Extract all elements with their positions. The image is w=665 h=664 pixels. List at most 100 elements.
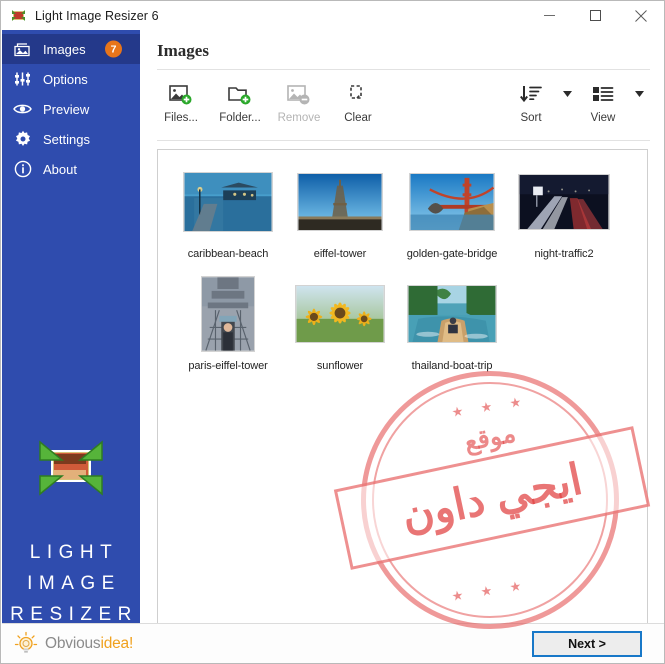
thumbnail-wrap — [172, 164, 284, 240]
maximize-icon — [590, 10, 601, 21]
info-icon — [13, 160, 32, 179]
add-files-button[interactable]: Files... — [153, 78, 209, 124]
toolbar-label: Files... — [164, 112, 198, 124]
window-controls — [526, 1, 664, 30]
list-item[interactable]: paris-eiffel-tower — [172, 276, 284, 372]
publisher-name-gray: Obvious — [45, 635, 100, 652]
thumbnail-image — [409, 173, 495, 231]
sidebar: Images 7 Options — [2, 30, 140, 623]
toolbar-right-group: Sort — [503, 78, 664, 124]
sidebar-item-label: Settings — [43, 133, 140, 146]
close-button[interactable] — [618, 1, 664, 30]
sort-dropdown-button[interactable] — [559, 78, 575, 104]
minimize-button[interactable] — [526, 1, 572, 30]
sidebar-item-settings[interactable]: Settings — [2, 124, 140, 154]
image-caption: paris-eiffel-tower — [172, 360, 284, 372]
thumbnail-wrap — [284, 164, 396, 240]
application-window: Light Image Resizer 6 — [0, 0, 665, 664]
images-icon — [13, 40, 32, 59]
minimize-icon — [544, 10, 555, 21]
toolbar-label: Remove — [278, 112, 321, 124]
list-item[interactable]: thailand-boat-trip — [396, 276, 508, 372]
image-caption: caribbean-beach — [172, 248, 284, 260]
thumbnail-image — [297, 173, 383, 231]
title-bar-left: Light Image Resizer 6 — [1, 8, 159, 23]
toolbar: Files... Folder... — [140, 70, 664, 140]
toolbar-label: View — [591, 112, 616, 124]
page-title: Images — [140, 30, 664, 69]
brand-wordmark: LIGHT IMAGE RESIZER — [2, 538, 140, 630]
thumbnail-image — [183, 172, 273, 232]
add-folder-icon — [228, 81, 252, 107]
title-bar: Light Image Resizer 6 — [1, 1, 664, 30]
publisher-wordmark: Obviousidea! — [45, 635, 133, 653]
chevron-down-icon — [563, 91, 572, 97]
maximize-button[interactable] — [572, 1, 618, 30]
thumbnail-wrap — [396, 164, 508, 240]
clear-button[interactable]: Clear — [330, 78, 386, 124]
resize-arrows-icon — [38, 440, 104, 496]
thumbnail-image — [407, 285, 497, 343]
thumbnail-wrap — [284, 276, 396, 352]
brand-line-1: LIGHT — [2, 538, 140, 569]
app-logo-icon — [11, 8, 26, 23]
sidebar-item-label: Images — [43, 43, 140, 56]
sidebar-item-label: About — [43, 163, 140, 176]
thumbnail-image — [295, 285, 385, 343]
image-gallery[interactable]: caribbean-beach — [157, 149, 648, 642]
thumbnail-image — [518, 174, 610, 230]
sliders-icon — [13, 70, 32, 89]
image-caption: eiffel-tower — [284, 248, 396, 260]
publisher-bar[interactable]: Obviousidea! — [2, 623, 140, 663]
toolbar-label: Folder... — [219, 112, 261, 124]
chevron-down-icon — [635, 91, 644, 97]
sort-control: Sort — [503, 78, 575, 124]
sidebar-nav: Images 7 Options — [2, 30, 140, 184]
lightbulb-icon — [13, 631, 39, 657]
clear-icon — [346, 81, 370, 107]
window-title: Light Image Resizer 6 — [35, 9, 159, 23]
publisher-name-orange: idea! — [100, 635, 133, 652]
image-caption: sunflower — [284, 360, 396, 372]
sidebar-item-about[interactable]: About — [2, 154, 140, 184]
thumbnail-image — [201, 276, 255, 352]
thumbnail-wrap — [396, 276, 508, 352]
close-icon — [635, 10, 647, 22]
toolbar-label: Sort — [520, 112, 541, 124]
list-item[interactable]: night-traffic2 — [508, 164, 620, 260]
thumbnail-wrap — [508, 164, 620, 240]
list-item[interactable]: eiffel-tower — [284, 164, 396, 260]
brand-line-2: IMAGE — [2, 569, 140, 600]
remove-button: Remove — [271, 78, 327, 124]
view-list-icon — [591, 81, 615, 107]
image-caption: golden-gate-bridge — [396, 248, 508, 260]
list-item[interactable]: sunflower — [284, 276, 396, 372]
sidebar-item-label: Options — [43, 73, 140, 86]
view-button[interactable]: View — [575, 78, 631, 124]
toolbar-label: Clear — [344, 112, 371, 124]
images-count-badge: 7 — [105, 41, 122, 58]
toolbar-divider — [157, 140, 650, 141]
image-grid: caribbean-beach — [158, 150, 647, 388]
toolbar-left-group: Files... Folder... — [140, 78, 386, 124]
sidebar-brand: LIGHT IMAGE RESIZER — [2, 440, 140, 630]
sidebar-item-options[interactable]: Options — [2, 64, 140, 94]
thumbnail-wrap — [172, 276, 284, 352]
sidebar-item-preview[interactable]: Preview — [2, 94, 140, 124]
view-dropdown-button[interactable] — [631, 78, 647, 104]
add-folder-button[interactable]: Folder... — [212, 78, 268, 124]
next-button[interactable]: Next > — [532, 631, 642, 657]
eye-icon — [13, 100, 32, 119]
image-caption: night-traffic2 — [508, 248, 620, 260]
list-item[interactable]: caribbean-beach — [172, 164, 284, 260]
sidebar-item-label: Preview — [43, 103, 140, 116]
remove-image-icon — [287, 81, 311, 107]
footer-bar: Next > — [140, 623, 664, 663]
sort-descending-icon — [519, 81, 543, 107]
sort-button[interactable]: Sort — [503, 78, 559, 124]
image-caption: thailand-boat-trip — [396, 360, 508, 372]
view-control: View — [575, 78, 647, 124]
add-image-icon — [169, 81, 193, 107]
sidebar-item-images[interactable]: Images 7 — [2, 34, 140, 64]
list-item[interactable]: golden-gate-bridge — [396, 164, 508, 260]
